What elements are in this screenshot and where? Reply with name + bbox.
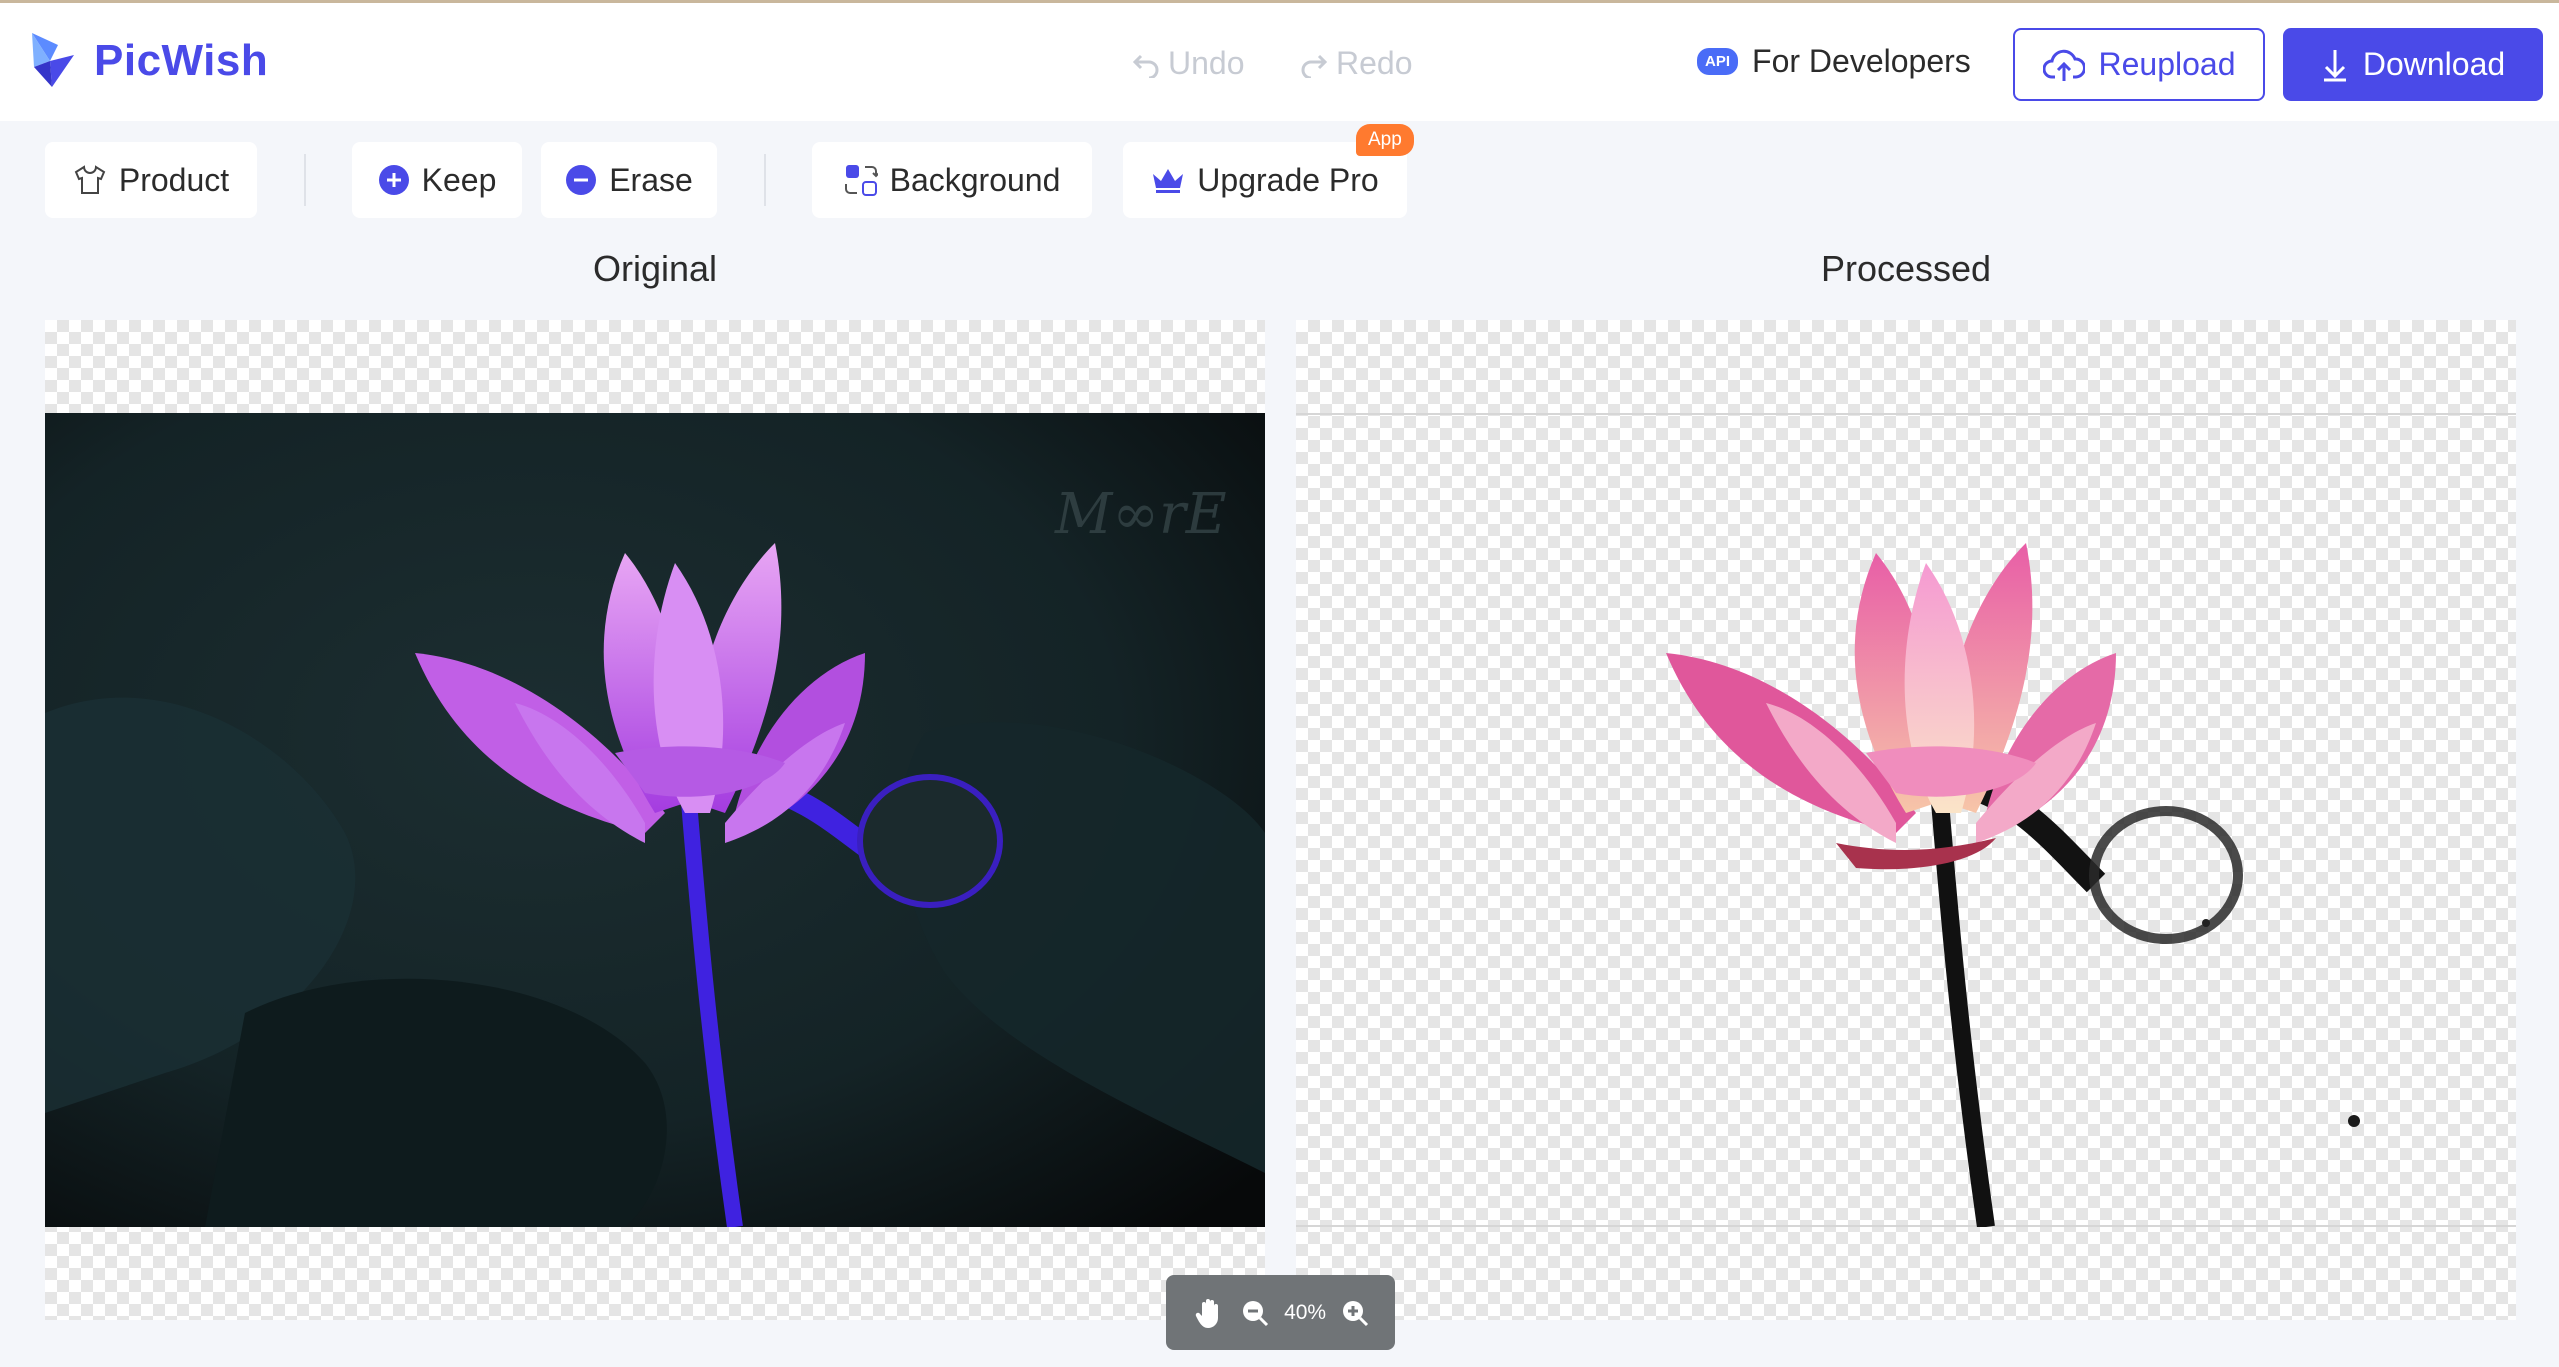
zoom-out-icon[interactable] [1241, 1299, 1269, 1327]
background-label: Background [889, 161, 1061, 198]
for-developers-label: For Developers [1752, 43, 1971, 79]
logo[interactable]: PicWish [28, 27, 268, 95]
original-canvas[interactable]: M∞rE [45, 320, 1265, 1320]
original-photo-art: M∞rE [45, 413, 1265, 1227]
zoom-controls: 40% [1166, 1275, 1395, 1350]
background-button[interactable]: Background [812, 142, 1092, 218]
erase-label: Erase [609, 161, 693, 198]
product-label: Product [118, 161, 230, 198]
processed-image [1666, 543, 2360, 1227]
redo-button[interactable]: Redo [1300, 45, 1413, 82]
toolbar-divider [764, 154, 766, 206]
original-image: M∞rE [45, 413, 1265, 1227]
crown-icon [1153, 169, 1184, 193]
plus-circle-icon [378, 165, 409, 195]
toolbar-divider [304, 154, 306, 206]
erase-button[interactable]: Erase [541, 142, 717, 218]
logo-icon [32, 33, 74, 87]
reupload-label: Reupload [2098, 46, 2236, 82]
app-name: PicWish [94, 36, 269, 85]
download-button[interactable]: Download [2283, 28, 2543, 101]
svg-text:M∞rE: M∞rE [1054, 482, 1227, 547]
download-arrow-icon [2323, 49, 2346, 81]
processed-panel-title: Processed [1820, 248, 1992, 289]
keep-label: Keep [421, 161, 497, 198]
header-bar: PicWish Undo Redo API For Developers Reu… [0, 3, 2559, 121]
zoom-in-icon[interactable] [1341, 1299, 1369, 1327]
api-icon: API [1697, 48, 1739, 75]
app-badge: App [1356, 124, 1414, 156]
for-developers-link[interactable]: API For Developers [1697, 43, 1971, 80]
undo-label: Undo [1168, 45, 1245, 81]
zoom-level: 40% [1284, 1300, 1327, 1324]
hand-icon[interactable] [1192, 1296, 1226, 1330]
redo-icon [1301, 54, 1328, 78]
download-label: Download [2362, 46, 2506, 82]
keep-button[interactable]: Keep [352, 142, 522, 218]
upgrade-pro-label: Upgrade Pro [1197, 161, 1379, 198]
original-panel-title: Original [592, 248, 718, 289]
reupload-button[interactable]: Reupload [2013, 28, 2265, 101]
background-swap-icon [844, 165, 878, 196]
redo-label: Redo [1336, 45, 1413, 81]
shirt-icon [74, 165, 106, 194]
cloud-upload-icon [2042, 49, 2085, 81]
undo-button[interactable]: Undo [1132, 45, 1245, 82]
minus-circle-icon [566, 165, 597, 195]
product-button[interactable]: Product [45, 142, 257, 218]
undo-icon [1132, 54, 1159, 78]
processed-canvas[interactable] [1296, 320, 2516, 1320]
